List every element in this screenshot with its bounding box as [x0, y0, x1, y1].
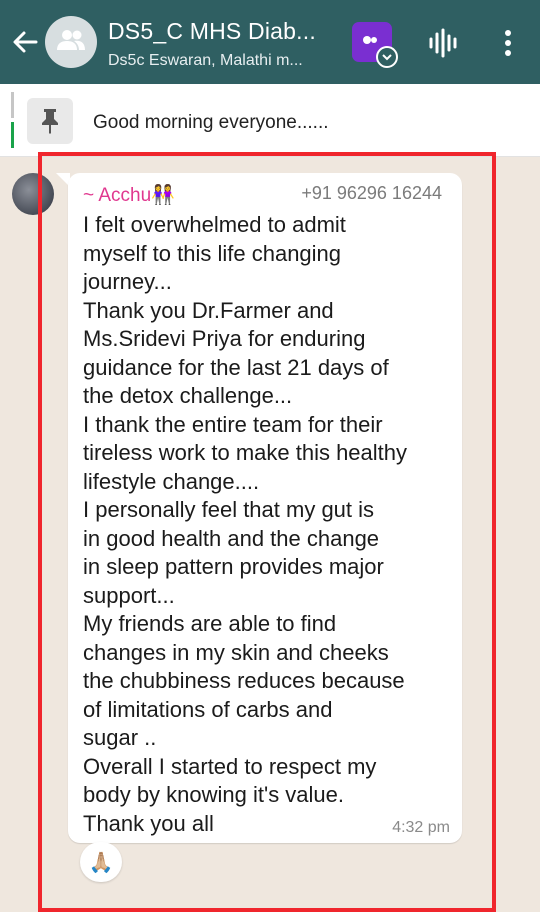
- pinned-indicator: [11, 92, 14, 118]
- message-bubble[interactable]: ~ Acchu👭 +91 96296 16244 I felt overwhel…: [68, 173, 462, 843]
- sender-avatar[interactable]: [12, 173, 54, 215]
- audio-wave-icon[interactable]: [428, 28, 460, 58]
- message-line: the detox challenge...: [83, 383, 293, 408]
- back-arrow-icon[interactable]: [8, 22, 44, 62]
- message-line: Ms.Sridevi Priya for enduring: [83, 326, 366, 351]
- message-line: lifestyle change....: [83, 468, 260, 494]
- more-vertical-icon[interactable]: [496, 26, 520, 60]
- message-line: Thank you Dr.Farmer and: [83, 297, 334, 323]
- message-timestamp: 4:32 pm: [392, 819, 450, 836]
- message-line: myself to this life changing: [83, 240, 342, 266]
- message-line: I felt overwhelmed to admit: [83, 212, 346, 237]
- message-line: the chubbiness reduces because: [83, 668, 405, 693]
- message-line: Overall I started to respect my: [83, 753, 377, 779]
- message-line: changes in my skin and cheeks: [83, 639, 389, 665]
- message-line: in good health and the change: [83, 525, 380, 551]
- pin-icon: [27, 98, 73, 144]
- chat-header: DS5_C MHS Diab... Ds5c Eswaran, Malathi …: [0, 0, 540, 84]
- reaction-badge[interactable]: 🙏🏼: [80, 842, 122, 882]
- pinned-message-text: Good morning everyone......: [93, 112, 329, 133]
- message-line: in sleep pattern provides major: [83, 554, 384, 579]
- message-line: I personally feel that my gut is: [83, 497, 375, 522]
- message-line: body by knowing it's value.: [83, 782, 345, 807]
- message-line: of limitations of carbs and: [83, 696, 333, 722]
- message-line: journey...: [83, 269, 172, 294]
- chat-subtitle[interactable]: Ds5c Eswaran, Malathi m...: [108, 52, 343, 70]
- message-line: support...: [83, 582, 175, 608]
- message-line: tireless work to make this healthy: [83, 440, 408, 465]
- message-line: guidance for the last 21 days of: [83, 354, 389, 380]
- sender-phone[interactable]: +91 96296 16244: [301, 183, 442, 204]
- message-line: My friends are able to find: [83, 611, 337, 636]
- message-line: I thank the entire team for their: [83, 411, 383, 437]
- chevron-down-icon: [376, 46, 398, 68]
- group-icon: [56, 29, 86, 56]
- message-text: I felt overwhelmed to admit myself to th…: [83, 211, 455, 838]
- pinned-indicator-active: [11, 122, 14, 148]
- group-avatar[interactable]: [45, 16, 97, 68]
- app-badge-icon[interactable]: [352, 22, 398, 68]
- sender-name[interactable]: ~ Acchu👭: [83, 183, 175, 207]
- chat-title[interactable]: DS5_C MHS Diab...: [108, 18, 338, 45]
- pinned-message-bar[interactable]: Good morning everyone......: [0, 84, 540, 157]
- message-line: sugar ..: [83, 725, 157, 750]
